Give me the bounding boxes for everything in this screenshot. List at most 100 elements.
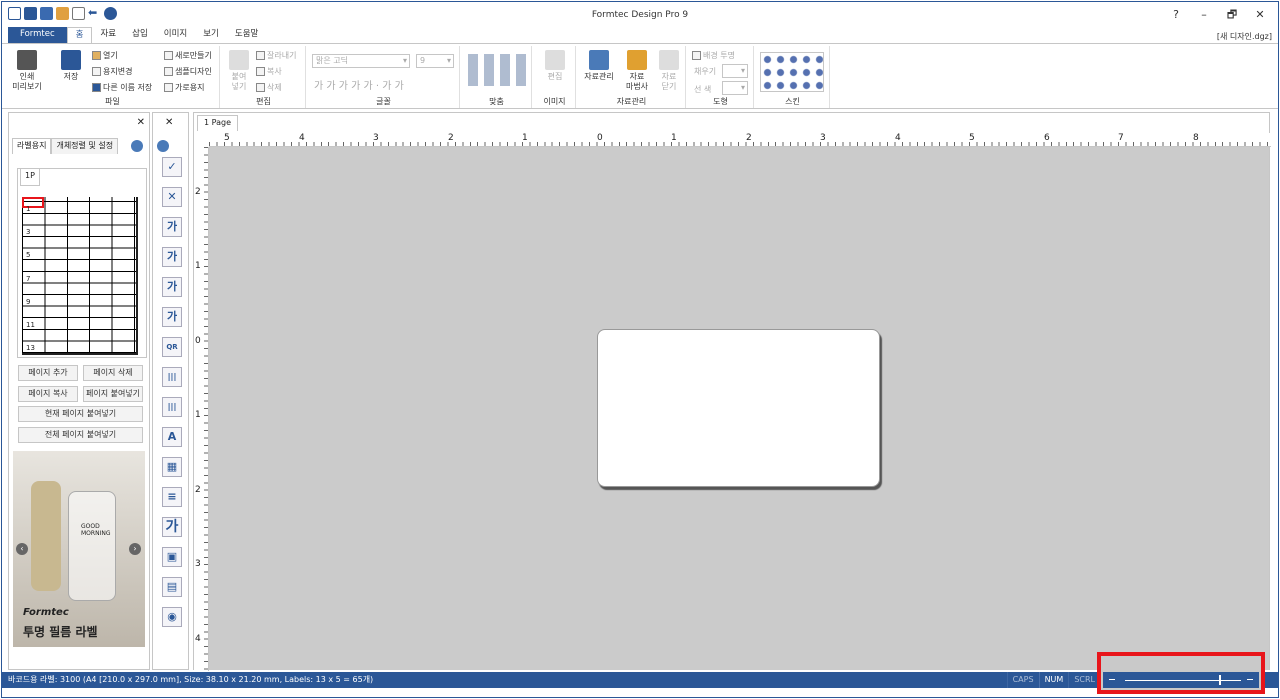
picture-icon[interactable]: ▣: [162, 547, 182, 567]
image-tool-icon[interactable]: A: [162, 427, 182, 447]
line-color-picker[interactable]: [722, 81, 748, 95]
file-group: 인쇄 미리보기 저장 열기 용지변경 다른 이름 저장 새로만들기 샘플디자인 …: [6, 46, 220, 108]
close-data-icon: [659, 50, 679, 70]
save-as-button[interactable]: 다른 이름 저장: [92, 82, 152, 93]
toolbox-close-icon[interactable]: ✕: [165, 117, 173, 128]
text-arc-icon[interactable]: 가: [162, 307, 182, 327]
ruler-tick-label: 1: [522, 133, 528, 143]
save-button[interactable]: 저장: [58, 50, 84, 82]
restore-button[interactable]: 🗗: [1218, 6, 1246, 24]
tab-object-align[interactable]: 개체정렬 및 설정: [51, 138, 119, 154]
carousel-next-icon[interactable]: ›: [129, 543, 141, 555]
new-doc-icon: [164, 51, 173, 60]
vertical-text-icon[interactable]: 가: [162, 217, 182, 237]
delete-page-button[interactable]: 페이지 삭제: [83, 365, 143, 381]
tab-help[interactable]: 도움말: [227, 27, 266, 43]
paste-current-page-button[interactable]: 현재 페이지 붙여넣기: [18, 406, 143, 422]
text-frame-icon[interactable]: 가: [162, 247, 182, 267]
cut-button[interactable]: 잘라내기: [256, 50, 296, 61]
panel-next-icon[interactable]: [131, 140, 143, 152]
ruler-tick-label: 2: [195, 187, 201, 197]
zoom-track[interactable]: [1125, 680, 1241, 681]
ad-banner[interactable]: GOOD MORNING ‹ › Formtec 투명 필름 라벨: [13, 451, 145, 647]
tab-label-paper[interactable]: 라벨용지: [12, 138, 52, 154]
serial-text-icon[interactable]: 가: [162, 277, 182, 297]
tab-insert[interactable]: 삽입: [124, 27, 156, 43]
data-manage-button[interactable]: 자료관리: [582, 50, 616, 82]
fill-color-label: 채우기: [694, 67, 717, 76]
landscape-button[interactable]: 가로용지: [164, 82, 204, 93]
lines-icon[interactable]: ≡: [162, 487, 182, 507]
tab-formtec[interactable]: Formtec: [8, 27, 67, 43]
zoom-thumb[interactable]: [1219, 675, 1221, 685]
label-grid[interactable]: [22, 197, 138, 355]
folder-icon: [92, 51, 101, 60]
shape-group-label: 도형: [713, 97, 728, 106]
page-tab-1p[interactable]: 1P: [20, 168, 40, 186]
scissors-icon: [256, 51, 265, 60]
table-icon[interactable]: ▦: [162, 457, 182, 477]
panel-close-icon[interactable]: ✕: [137, 117, 145, 128]
sample-design-button[interactable]: 샘플디자인: [164, 66, 212, 77]
transparent-checkbox[interactable]: 배경 투명: [692, 50, 735, 61]
page-tab[interactable]: 1 Page: [197, 115, 238, 131]
num-indicator: NUM: [1038, 672, 1069, 688]
add-page-button[interactable]: 페이지 추가: [18, 365, 78, 381]
skin-gallery[interactable]: [760, 52, 824, 92]
zoom-out-icon[interactable]: [1109, 679, 1115, 680]
landscape-icon: [164, 83, 173, 92]
ruler-tick-label: 4: [195, 634, 201, 644]
image-edit-button[interactable]: 편집: [540, 50, 570, 82]
zoom-slider[interactable]: [1103, 672, 1259, 688]
data-folder-icon: [589, 50, 609, 70]
zoom-in-icon[interactable]: [1247, 679, 1253, 680]
select-tool-icon[interactable]: ✓: [162, 157, 182, 177]
cd-label-icon[interactable]: ◉: [162, 607, 182, 627]
label-design-area[interactable]: [597, 329, 880, 487]
paste-page-button[interactable]: 페이지 붙여넣기: [83, 386, 143, 402]
align-group-label: 맞춤: [489, 97, 504, 106]
design-canvas[interactable]: [209, 147, 1269, 670]
delete-button[interactable]: 삭제: [256, 82, 282, 93]
help-button[interactable]: ?: [1162, 6, 1190, 24]
align-icons[interactable]: [468, 54, 526, 86]
carousel-prev-icon[interactable]: ‹: [16, 543, 28, 555]
label-paper-panel: ✕ 라벨용지 개체정렬 및 설정 1P 1 3 5 7 9 11 13 페이지 …: [8, 112, 150, 670]
data-wizard-button[interactable]: 자료 마법사: [622, 50, 652, 92]
tab-image[interactable]: 이미지: [156, 27, 195, 43]
text-tool-icon[interactable]: 가: [162, 517, 182, 537]
change-paper-button[interactable]: 용지변경: [92, 66, 132, 77]
font-family-select[interactable]: 맑은 고딕: [312, 54, 410, 68]
delete-tool-icon[interactable]: ✕: [162, 187, 182, 207]
close-button[interactable]: ✕: [1246, 6, 1274, 24]
minimize-button[interactable]: –: [1190, 6, 1218, 24]
background-icon[interactable]: ▤: [162, 577, 182, 597]
print-preview-button[interactable]: 인쇄 미리보기: [10, 50, 44, 92]
ribbon: 인쇄 미리보기 저장 열기 용지변경 다른 이름 저장 새로만들기 샘플디자인 …: [2, 43, 1278, 109]
status-text: 바코드용 라벨: 3100 (A4 [210.0 x 297.0 mm], Si…: [8, 675, 374, 684]
toolbox-prev-icon[interactable]: [157, 140, 169, 152]
panel-tabs: 라벨용지 개체정렬 및 설정: [12, 138, 119, 154]
copy-button[interactable]: 복사: [256, 66, 282, 77]
font-group-label: 글꼴: [376, 97, 391, 106]
font-size-select[interactable]: 9: [416, 54, 454, 68]
new-button[interactable]: 새로만들기: [164, 50, 212, 61]
paste-button[interactable]: 붙여 넣기: [226, 50, 252, 92]
fill-color-picker[interactable]: [722, 64, 748, 78]
floppy-icon: [61, 50, 81, 70]
tab-data[interactable]: 자료: [92, 27, 124, 43]
tab-view[interactable]: 보기: [195, 27, 227, 43]
open-button[interactable]: 열기: [92, 50, 118, 61]
font-style-buttons[interactable]: 가 가 가 가 가 · 가 가: [314, 77, 404, 92]
ruler-tick-label: 3: [195, 559, 201, 569]
barcode-icon[interactable]: |||: [162, 367, 182, 387]
ruler-tick-label: 7: [1118, 133, 1124, 143]
document-name: [새 디자인.dgz]: [1216, 32, 1272, 41]
serial-barcode-icon[interactable]: |||: [162, 397, 182, 417]
tab-home[interactable]: 홈: [66, 27, 93, 43]
data-close-button[interactable]: 자료 닫기: [656, 50, 682, 92]
qr-code-icon[interactable]: QR: [162, 337, 182, 357]
paste-all-pages-button[interactable]: 전체 페이지 붙여넣기: [18, 427, 143, 443]
shape-group: 배경 투명 채우기 선 색 도형: [688, 46, 754, 108]
copy-page-button[interactable]: 페이지 복사: [18, 386, 78, 402]
